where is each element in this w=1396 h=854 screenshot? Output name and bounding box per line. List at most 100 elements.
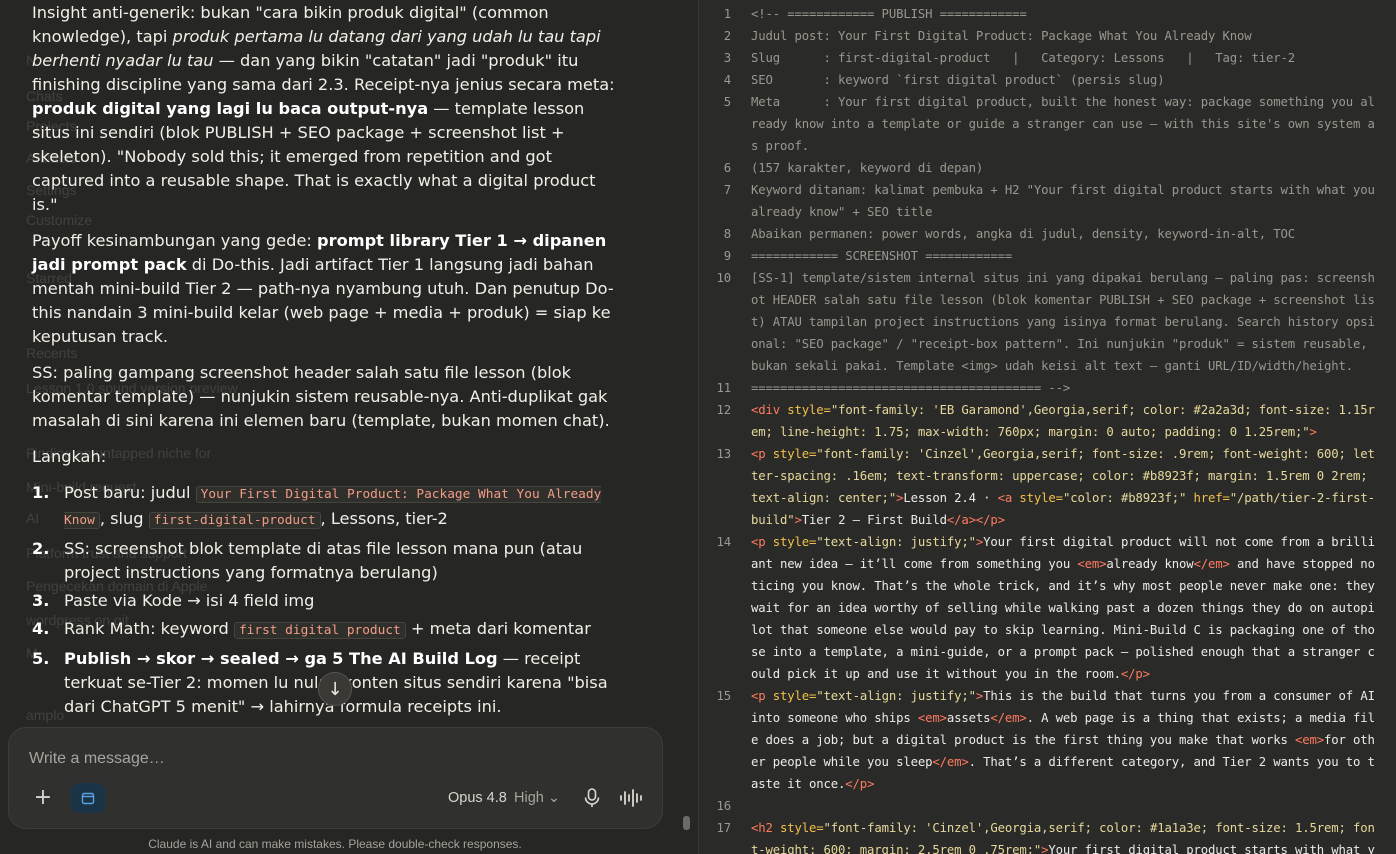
line-number: 16 (716, 799, 731, 813)
disclaimer: Claude is AI and can make mistakes. Plea… (148, 837, 522, 851)
list-number: 3. (32, 591, 50, 610)
code-token: Lesson 2.4 · (903, 491, 998, 505)
line-number: 7 (723, 183, 731, 197)
code-token: "text-align: justify;" (816, 689, 976, 703)
line-number: 13 (716, 447, 731, 461)
code-line: 9 ============ SCREENSHOT ============ (699, 245, 1396, 267)
code-line: 4 SEO : keyword `first digital product` (… (699, 69, 1396, 91)
code-line: 16 (699, 795, 1396, 817)
model-selector[interactable]: Opus 4.8 (448, 790, 507, 806)
line-number: 5 (723, 95, 731, 109)
code-text: <div style="font-family: 'EB Garamond',G… (741, 399, 1387, 443)
code-token: <em> (917, 711, 947, 725)
code-token: already know (1106, 557, 1194, 571)
code-token: ========================================… (751, 381, 1071, 395)
code-token: <p (751, 535, 773, 549)
code-token: style= (772, 689, 817, 703)
line-number: 3 (723, 51, 731, 65)
line-number: 12 (716, 403, 731, 417)
code-token: </em> (932, 755, 969, 769)
code-token: style= (780, 821, 824, 835)
code-line: 12 <div style="font-family: 'EB Garamond'… (699, 399, 1396, 443)
message-composer: Write a message… + Opus 4.8 High ⌄ (8, 727, 663, 829)
line-number: 17 (716, 821, 731, 835)
code-text: [SS-1] template/sistem internal situs in… (741, 267, 1387, 377)
add-attachment-button[interactable]: + (31, 786, 55, 810)
code-line: 1 <!-- ============ PUBLISH ============ (699, 3, 1396, 25)
code-token: Tier 2 — First Build (801, 513, 947, 527)
microphone-icon[interactable] (581, 786, 603, 810)
chevron-down-icon: ⌄ (547, 790, 561, 806)
line-number: 2 (723, 29, 731, 43)
project-icon (81, 792, 95, 805)
code-text: ============ SCREENSHOT ============ (741, 245, 1387, 267)
code-token: > (794, 513, 802, 527)
project-button[interactable] (71, 783, 105, 813)
code-token: Keyword ditanam: kalimat pembuka + H2 "Y… (751, 183, 1383, 219)
code-token: style= (1019, 491, 1063, 505)
code-token: </em> (1193, 557, 1230, 571)
message-input[interactable]: Write a message… (29, 750, 165, 768)
inline-code: first digital product (233, 622, 406, 639)
effort-selector[interactable]: High ⌄ (514, 790, 560, 806)
list-number: 1. (32, 483, 50, 502)
voice-mode-icon[interactable] (619, 788, 643, 808)
line-number: 6 (723, 161, 731, 175)
code-line: 17 <h2 style="font-family: 'Cinzel',Georg… (699, 817, 1396, 854)
assistant-message: Insight anti-generik: bukan "cara bikin … (32, 0, 622, 723)
scroll-down-button[interactable]: ↓ (318, 672, 352, 706)
code-token: SEO : keyword `first digital product` (p… (751, 73, 1165, 87)
line-number: 8 (723, 227, 731, 241)
code-text: ========================================… (741, 377, 1387, 399)
code-token: <em> (1077, 557, 1107, 571)
code-line: 11 ======================================… (699, 377, 1396, 399)
bold-span: Publish → skor → sealed → ga (64, 649, 327, 668)
code-token: <em> (1295, 733, 1325, 747)
code-token: "color: #b8923f;" (1062, 491, 1194, 505)
message-paragraph: SS: paling gampang screenshot header sal… (32, 363, 610, 430)
code-token: "font-family: 'EB Garamond',Georgia,seri… (751, 403, 1375, 439)
list-item: 3. Paste via Kode → isi 4 field img (32, 589, 622, 613)
line-number: 10 (716, 271, 731, 285)
inline-code: first-digital-product (148, 512, 321, 529)
scrollbar-thumb[interactable] (683, 816, 690, 830)
code-token: style= (787, 403, 831, 417)
code-token: <h2 (751, 821, 781, 835)
list-text: Post baru: judul Your First Digital Prod… (64, 481, 622, 533)
list-item: 4. Rank Math: keyword first digital prod… (32, 617, 622, 643)
code-token: </p> (845, 777, 875, 791)
code-token: > (1309, 425, 1317, 439)
line-number: 11 (716, 381, 731, 395)
code-token: </em> (990, 711, 1027, 725)
code-token: assets (946, 711, 991, 725)
list-number: 2. (32, 539, 50, 558)
line-number: 15 (716, 689, 731, 703)
list-item: 2. SS: screenshot blok template di atas … (32, 537, 622, 585)
text-span: Post baru: judul (64, 483, 196, 502)
code-text: Meta : Your first digital product, built… (741, 91, 1387, 157)
code-line: 5 Meta : Your first digital product, buil… (699, 91, 1396, 157)
list-text: Rank Math: keyword first digital product… (64, 617, 622, 643)
code-text: Judul post: Your First Digital Product: … (741, 25, 1387, 47)
code-text: SEO : keyword `first digital product` (p… (741, 69, 1387, 91)
code-line: 8 Abaikan permanen: power words, angka di… (699, 223, 1396, 245)
code-token: [SS-1] template/sistem internal situs in… (751, 271, 1375, 373)
code-line: 6 (157 karakter, keyword di depan) (699, 157, 1396, 179)
code-token: <a (997, 491, 1020, 505)
list-number: 4. (32, 619, 50, 638)
code-token: "text-align: justify;" (816, 535, 976, 549)
code-line: 14 <p style="text-align: justify;">Your f… (699, 531, 1396, 685)
code-token: <!-- ============ PUBLISH ============ (751, 7, 1027, 21)
code-text: <p style="text-align: justify;">This is … (741, 685, 1387, 795)
text-span: , slug (99, 509, 149, 528)
code-line: 15 <p style="text-align: justify;">This i… (699, 685, 1396, 795)
line-number: 1 (723, 7, 731, 21)
code-token: <p (751, 689, 773, 703)
code-token: (157 karakter, keyword di depan) (751, 161, 984, 175)
arrow-down-icon: ↓ (327, 678, 343, 700)
code-text: <p style="font-family: 'Cinzel',Georgia,… (741, 443, 1387, 531)
code-token: <p (751, 447, 773, 461)
code-text: Abaikan permanen: power words, angka di … (741, 223, 1387, 245)
code-token: Slug : first-digital-product | Category:… (751, 51, 1296, 65)
list-item: 1. Post baru: judul Your First Digital P… (32, 481, 622, 533)
